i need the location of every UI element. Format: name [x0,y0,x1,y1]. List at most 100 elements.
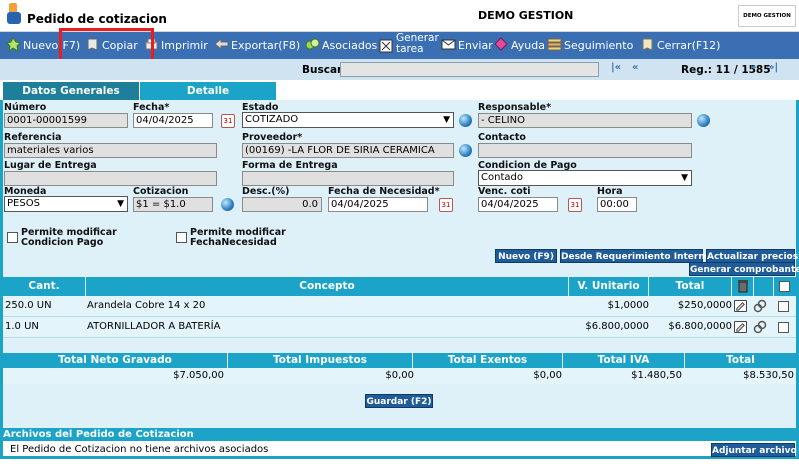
descuento-label: Desc.(%) [242,186,290,197]
archivos-header: Archivos del Pedido de Cotizacion [0,428,799,441]
calendar-icon[interactable]: 31 [439,198,453,212]
numero-field[interactable]: 0001-00001599 [4,113,128,128]
table-row[interactable]: 250.0 UN Arandela Cobre 14 x 20 $1,0000 … [3,296,796,317]
descuento-field[interactable]: 0.0 [242,197,322,212]
estado-select[interactable]: COTIZADO ▼ [242,112,454,128]
numero-label: Número [4,102,47,113]
globe-icon[interactable] [697,114,710,127]
total-impuestos-header: Total Impuestos [228,353,413,368]
archivos-empty-message: El Pedido de Cotizacion no tiene archivo… [10,444,269,455]
col-cant-header: Cant. [3,277,86,296]
buscar-input[interactable] [340,62,599,77]
lugar-entrega-label: Lugar de Entrega [4,160,97,171]
permite-condicion-label-2: Condicion Pago [21,237,104,248]
forma-entrega-field[interactable] [242,171,454,186]
responsable-field[interactable]: - CELINO [478,113,692,128]
cell-concepto: Arandela Cobre 14 x 20 [87,300,206,311]
permite-condicion-checkbox[interactable] [7,232,18,243]
edit-icon[interactable] [734,300,747,312]
total-neto-value: $7.050,00 [173,370,224,381]
cerrar-label: Cerrar(F12) [657,39,721,52]
table-row[interactable]: 1.0 UN ATORNILLADOR A BATERÍA $6.800,000… [3,317,796,338]
calendar-icon[interactable]: 31 [221,114,235,128]
total-iva-header: Total IVA [563,353,685,368]
fecha-label: Fecha* [133,102,170,113]
chain-icon[interactable] [753,320,767,334]
fecha-necesidad-label: Fecha de Necesidad* [328,186,440,197]
total-exentos-value: $0,00 [533,370,562,381]
total-exentos-header: Total Exentos [413,353,563,368]
trash-icon[interactable] [737,279,749,293]
condicion-pago-select[interactable]: Contado ▼ [478,170,692,186]
chain-icon[interactable] [753,299,767,313]
send-icon [441,39,456,50]
globe-icon[interactable] [459,144,472,157]
proveedor-label: Proveedor* [242,132,303,143]
permite-fecha-label-2: FechaNecesidad [190,237,277,248]
col-unitario-header: V. Unitario [569,277,649,296]
ayuda-label: Ayuda [511,39,545,52]
fecha-field[interactable]: 04/04/2025 [133,113,213,128]
total-header: Total [685,353,796,368]
globe-icon[interactable] [459,114,472,127]
col-select-header [774,277,796,296]
hora-field[interactable]: 00:00 [597,197,637,212]
proveedor-field[interactable]: (00169) -LA FLOR DE SIRIA CERAMICA [242,143,454,158]
cell-total: $6.800,0000 [668,321,732,332]
nuevo-f9-button[interactable]: Nuevo (F9) [495,249,557,263]
window-title: Pedido de cotizacion [27,12,167,26]
enviar-label: Enviar [458,39,493,52]
nav-first-button[interactable]: |« [611,62,621,73]
venc-coti-field[interactable]: 04/04/2025 [478,197,558,212]
help-icon [494,37,508,51]
nav-next-button[interactable]: » [750,62,756,73]
lugar-entrega-field[interactable] [4,171,217,186]
contacto-field[interactable] [478,143,692,158]
select-all-checkbox[interactable] [779,281,790,292]
generar-comprobante-button[interactable]: Generar comprobante [689,262,799,276]
moneda-select[interactable]: PESOS ▼ [4,196,128,212]
adjuntar-archivo-button[interactable]: Adjuntar archivo [711,443,797,457]
actualizar-precios-button[interactable]: Actualizar precios [706,249,798,263]
nav-last-button[interactable]: »| [768,62,778,73]
tab-datos-generales[interactable]: Datos Generales [3,82,139,100]
generar-label-2: tarea [396,43,424,55]
contacto-label: Contacto [478,132,526,143]
fecha-necesidad-field[interactable]: 04/04/2025 [328,197,428,212]
imprimir-label: Imprimir [161,39,208,52]
export-icon [214,37,229,51]
globe-icon[interactable] [221,198,234,211]
cell-cant: 1.0 UN [5,321,39,332]
total-value: $8.530,50 [743,370,794,381]
hora-label: Hora [597,186,623,197]
total-iva-value: $1.480,50 [631,370,682,381]
chevron-down-icon: ▼ [117,199,124,209]
nav-prev-button[interactable]: « [632,62,638,73]
cell-cant: 250.0 UN [5,300,52,311]
cell-total: $250,0000 [677,300,732,311]
company-name: DEMO GESTION [478,9,574,22]
responsable-label: Responsable* [478,102,552,113]
cotizacion-label: Cotizacion [133,186,189,197]
col-blank-header [754,277,774,296]
tracking-icon [547,38,562,51]
row-checkbox[interactable] [778,301,789,312]
referencia-field[interactable]: materiales varios [4,143,217,158]
tab-detalle[interactable]: Detalle [140,82,276,100]
chevron-down-icon: ▼ [443,115,450,125]
chevron-down-icon: ▼ [681,173,688,183]
edit-icon[interactable] [734,321,747,333]
moneda-value: PESOS [7,198,40,209]
permite-fecha-checkbox[interactable] [176,232,187,243]
desde-requerimiento-button[interactable]: Desde Requerimiento Interno [560,249,711,263]
col-total-header: Total [649,277,732,296]
cell-unitario: $6.800,0000 [585,321,649,332]
close-icon [642,38,653,51]
row-checkbox[interactable] [778,322,789,333]
task-icon [379,39,393,53]
link-icon [305,38,320,50]
cotizacion-field[interactable]: $1 = $1.0 [133,197,213,212]
guardar-button[interactable]: Guardar (F2) [365,394,433,408]
forma-entrega-label: Forma de Entrega [242,160,338,171]
calendar-icon[interactable]: 31 [568,198,582,212]
